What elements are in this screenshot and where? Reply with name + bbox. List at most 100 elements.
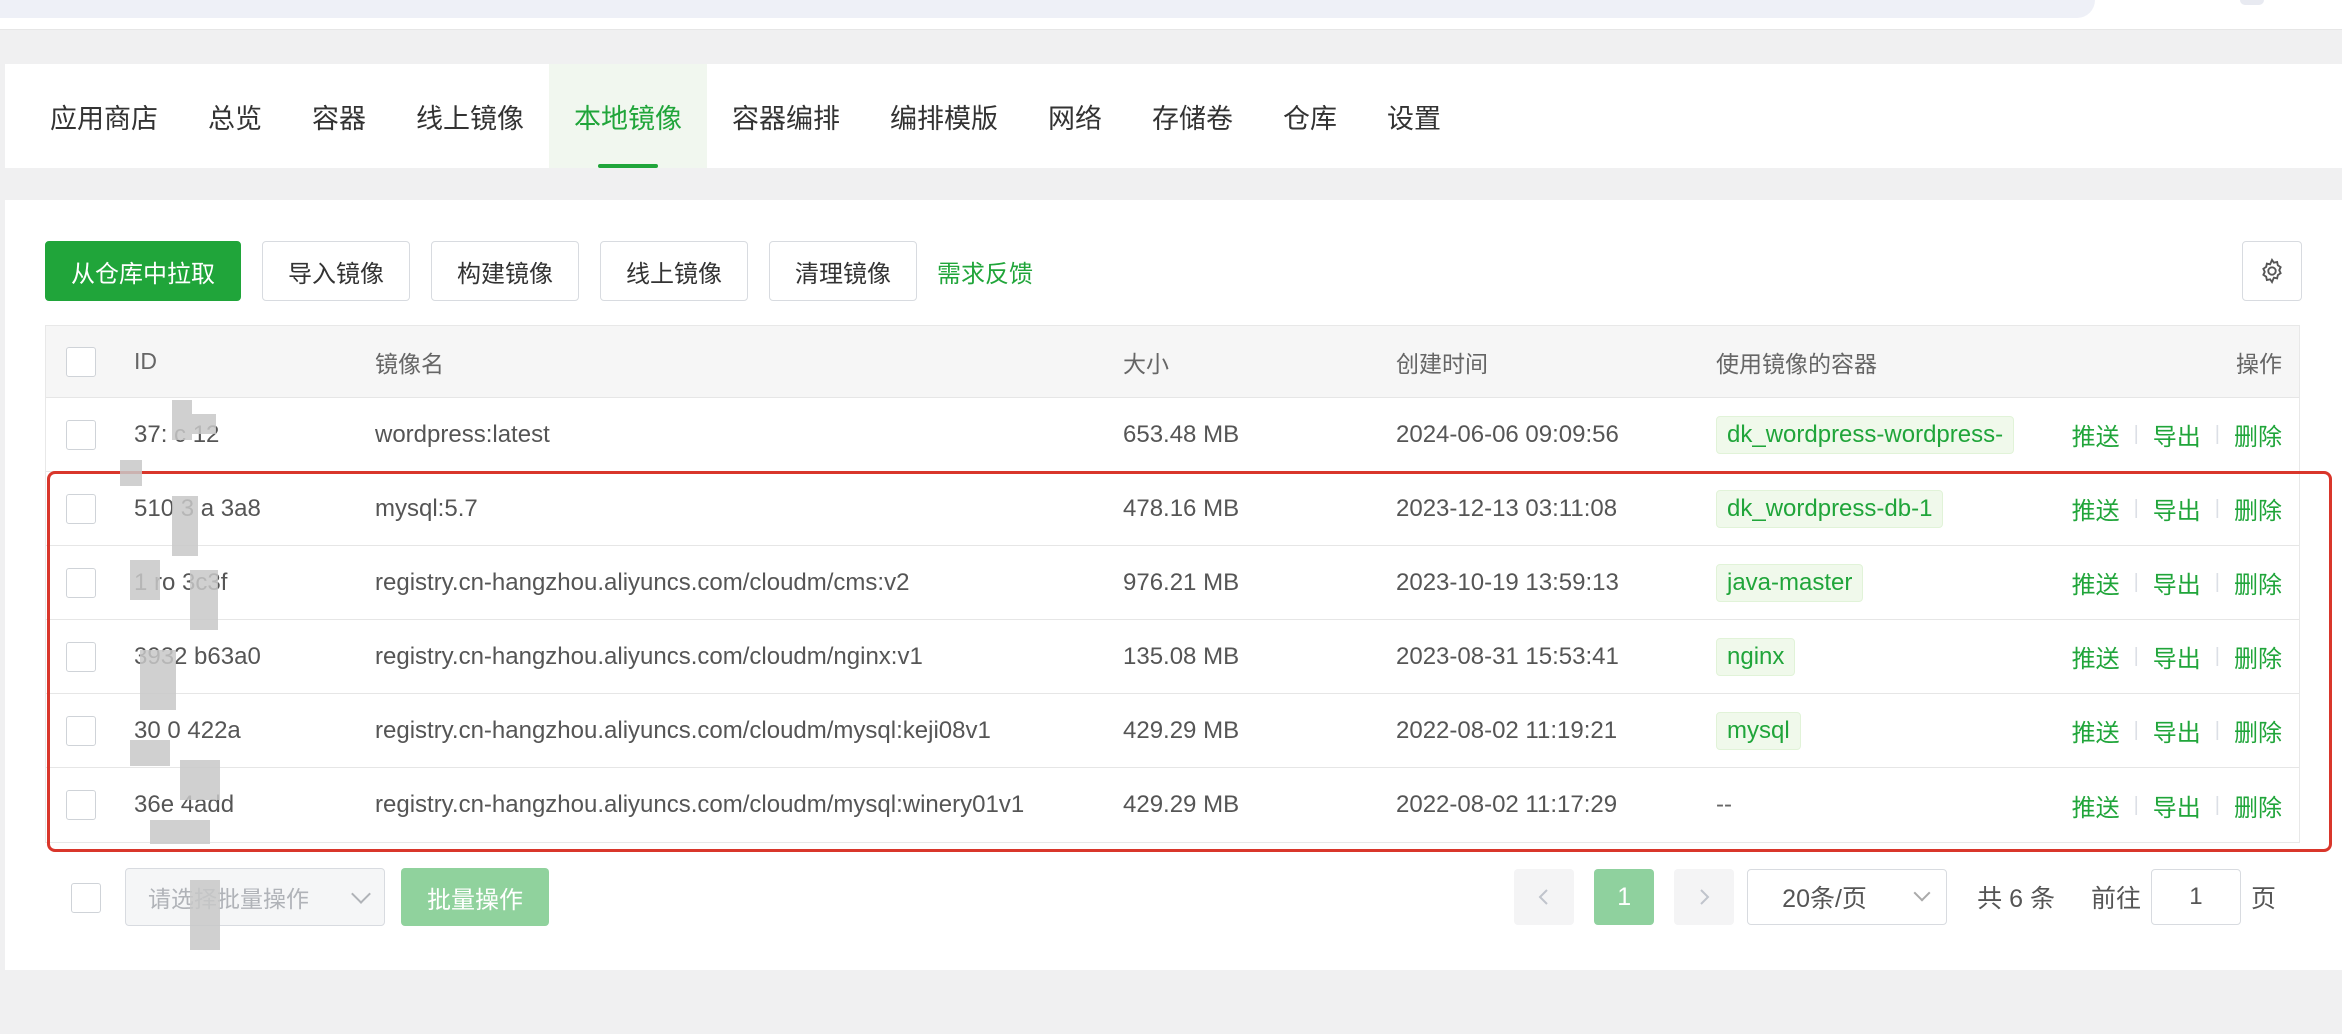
prev-page-button[interactable] (1514, 869, 1575, 925)
header-ops: 操作 (2236, 350, 2282, 377)
user-avatar[interactable] (2240, 0, 2264, 5)
row-checkbox[interactable] (66, 493, 96, 524)
header-created[interactable]: 创建时间 (1396, 326, 1696, 397)
tab-9[interactable]: 仓库 (1258, 64, 1362, 168)
local-images-panel: 从仓库中拉取 导入镜像 构建镜像 线上镜像 清理镜像 需求反馈 ID 镜像名 大… (5, 200, 2342, 970)
tab-0[interactable]: 应用商店 (25, 64, 183, 168)
image-name: registry.cn-hangzhou.aliyuncs.com/cloudm… (375, 791, 1025, 818)
row-checkbox[interactable] (66, 790, 96, 820)
push-button[interactable]: 推送 (2072, 565, 2120, 600)
tab-3[interactable]: 线上镜像 (391, 64, 549, 168)
row-checkbox[interactable] (66, 641, 96, 672)
tab-7[interactable]: 网络 (1023, 64, 1127, 168)
table-row: 510 3 a 3a8 mysql:5.7 478.16 MB 2023-12-13 … (46, 472, 2299, 546)
tab-6[interactable]: 编排模版 (865, 64, 1023, 168)
image-name: wordpress:latest (375, 420, 550, 448)
export-button[interactable]: 导出 (2153, 713, 2201, 748)
page-number-current[interactable]: 1 (1594, 869, 1655, 925)
tab-5[interactable]: 容器编排 (707, 64, 865, 168)
push-button[interactable]: 推送 (2072, 639, 2120, 674)
row-checkbox[interactable] (66, 567, 96, 598)
image-created: 2023-10-19 13:59:13 (1396, 568, 1619, 596)
tab-10[interactable]: 设置 (1362, 64, 1466, 168)
gear-icon (2262, 257, 2282, 285)
images-table: ID 镜像名 大小 创建时间 使用镜像的容器 操作 37: c 12 wordpr… (45, 325, 2300, 843)
online-image-button[interactable]: 线上镜像 (600, 241, 748, 301)
image-id: 1 ro 3c3f (134, 568, 228, 596)
image-size: 429.29 MB (1123, 716, 1240, 744)
chevron-left-icon (1538, 889, 1548, 905)
separator: | (2133, 793, 2139, 816)
delete-button[interactable]: 删除 (2234, 491, 2282, 526)
image-size: 976.21 MB (1123, 568, 1240, 596)
page-size-select[interactable]: 20条/页 (1747, 869, 1948, 925)
goto-page-input[interactable] (2150, 869, 2241, 925)
header-size[interactable]: 大小 (1123, 326, 1383, 397)
batch-operation-button[interactable]: 批量操作 (401, 868, 549, 926)
separator: | (2214, 793, 2220, 816)
separator: | (2133, 423, 2139, 445)
image-name: registry.cn-hangzhou.aliyuncs.com/cloudm… (375, 568, 910, 596)
delete-button[interactable]: 删除 (2234, 713, 2282, 748)
no-container: -- (1716, 791, 1732, 818)
delete-button[interactable]: 删除 (2234, 565, 2282, 600)
select-all-checkbox[interactable] (66, 346, 96, 377)
export-button[interactable]: 导出 (2153, 788, 2201, 823)
export-button[interactable]: 导出 (2153, 491, 2201, 526)
pull-from-registry-button[interactable]: 从仓库中拉取 (45, 241, 241, 301)
push-button[interactable]: 推送 (2072, 417, 2120, 452)
separator: | (2133, 571, 2139, 593)
delete-button[interactable]: 删除 (2234, 639, 2282, 674)
top-search-strip[interactable] (0, 0, 2095, 18)
image-id: 30 0 422a (134, 716, 241, 744)
clean-image-button[interactable]: 清理镜像 (769, 241, 917, 301)
image-id: 510 3 a 3a8 (134, 494, 261, 522)
container-tag[interactable]: java-master (1716, 563, 1864, 602)
batch-select-placeholder: 请选择批量操作 (148, 886, 309, 912)
tab-2[interactable]: 容器 (287, 64, 391, 168)
header-name: 镜像名 (375, 350, 444, 377)
image-created: 2023-12-13 03:11:08 (1396, 494, 1618, 522)
table-row: 37: c 12 wordpress:latest 653.48 MB 2024-06… (46, 398, 2299, 472)
table-row: 36e 4add registry.cn-hangzhou.aliyuncs.co… (46, 768, 2299, 842)
push-button[interactable]: 推送 (2072, 788, 2120, 823)
row-checkbox[interactable] (66, 419, 96, 450)
image-size: 478.16 MB (1123, 494, 1240, 522)
row-checkbox[interactable] (66, 715, 96, 746)
container-tag[interactable]: dk_wordpress-wordpress- (1716, 415, 2015, 454)
image-id: 37: c 12 (134, 420, 220, 448)
delete-button[interactable]: 删除 (2234, 417, 2282, 452)
batch-operation-select[interactable]: 请选择批量操作 (125, 868, 385, 926)
pagination: 1 20条/页 共 6 条 前往 页 (1514, 868, 2300, 926)
import-image-button[interactable]: 导入镜像 (262, 241, 410, 301)
separator: | (2133, 645, 2139, 667)
export-button[interactable]: 导出 (2153, 565, 2201, 600)
delete-button[interactable]: 删除 (2234, 788, 2282, 823)
total-count: 共 6 条 (1977, 885, 2055, 913)
container-tag[interactable]: nginx (1716, 637, 1796, 676)
container-tag[interactable]: mysql (1716, 711, 1801, 750)
build-image-button[interactable]: 构建镜像 (431, 241, 579, 301)
page-size-value: 20条/页 (1782, 885, 1867, 913)
footer-select-all-checkbox[interactable] (71, 883, 101, 913)
image-name: mysql:5.7 (375, 494, 478, 522)
container-tag[interactable]: dk_wordpress-db-1 (1716, 489, 1944, 528)
goto-suffix: 页 (2250, 885, 2276, 913)
separator: | (2214, 423, 2220, 445)
table-row: 30 0 422a registry.cn-hangzhou.aliyuncs.c… (46, 694, 2299, 768)
export-button[interactable]: 导出 (2153, 417, 2201, 452)
tab-8[interactable]: 存储卷 (1127, 64, 1258, 168)
separator: | (2133, 719, 2139, 741)
push-button[interactable]: 推送 (2072, 713, 2120, 748)
image-size: 653.48 MB (1123, 420, 1240, 448)
column-settings-button[interactable] (2242, 241, 2302, 301)
next-page-button[interactable] (1674, 869, 1735, 925)
tab-1[interactable]: 总览 (183, 64, 287, 168)
table-row: 3932 b63a0 registry.cn-hangzhou.aliyuncs.… (46, 620, 2299, 694)
push-button[interactable]: 推送 (2072, 491, 2120, 526)
image-created: 2022-08-02 11:19:21 (1396, 716, 1618, 744)
tab-4[interactable]: 本地镜像 (549, 64, 707, 168)
export-button[interactable]: 导出 (2153, 639, 2201, 674)
separator: | (2214, 719, 2220, 741)
feedback-link[interactable]: 需求反馈 (937, 254, 1033, 289)
